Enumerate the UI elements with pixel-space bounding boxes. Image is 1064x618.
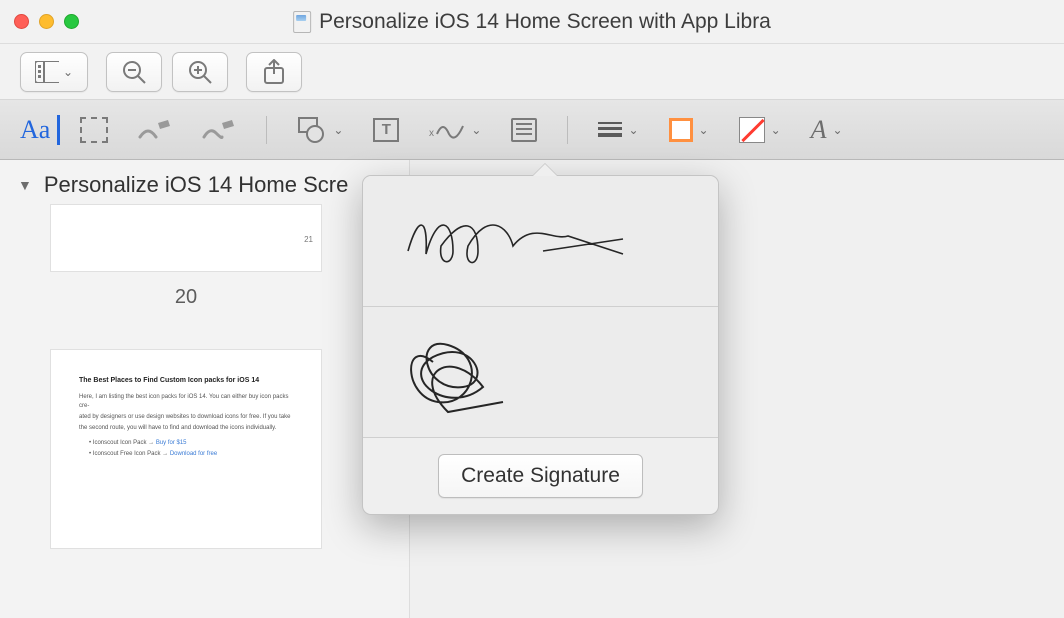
document-icon bbox=[293, 11, 311, 33]
window-titlebar: Personalize iOS 14 Home Screen with App … bbox=[0, 0, 1064, 44]
border-weight-button[interactable]: ⌄ bbox=[598, 122, 638, 137]
fill-color-button[interactable]: ⌄ bbox=[739, 117, 781, 143]
chevron-down-icon: ⌄ bbox=[628, 123, 638, 137]
zoom-out-button[interactable] bbox=[106, 52, 162, 92]
sidebar-view-icon bbox=[35, 61, 59, 83]
saved-signature-item[interactable] bbox=[363, 176, 718, 307]
text-cursor-icon bbox=[57, 115, 60, 145]
text-style-button[interactable]: Aa bbox=[20, 115, 50, 145]
minimize-window-button[interactable] bbox=[39, 14, 54, 29]
thumbnail-heading: The Best Places to Find Custom Icon pack… bbox=[79, 376, 293, 387]
note-icon bbox=[511, 118, 537, 142]
note-tool-button[interactable] bbox=[511, 118, 537, 142]
toolbar-separator bbox=[266, 116, 267, 144]
sketch-tool-button[interactable] bbox=[138, 119, 172, 141]
page-thumbnail[interactable]: 21 bbox=[50, 204, 322, 272]
chevron-down-icon: ⌄ bbox=[771, 123, 781, 137]
chevron-down-icon: ⌄ bbox=[833, 123, 843, 137]
thumbnail-text-line: Here, I am listing the best icon packs f… bbox=[79, 393, 293, 411]
create-signature-button[interactable]: Create Signature bbox=[438, 454, 643, 498]
zoom-in-icon bbox=[187, 59, 213, 85]
chevron-down-icon: ⌄ bbox=[471, 123, 481, 137]
chevron-down-icon: ⌄ bbox=[63, 65, 73, 79]
window-controls bbox=[14, 14, 79, 29]
selection-rect-icon bbox=[80, 117, 108, 143]
font-style-icon: A bbox=[811, 115, 827, 145]
chevron-down-icon: ⌄ bbox=[699, 123, 709, 137]
shapes-tool-button[interactable]: ⌄ bbox=[297, 117, 343, 143]
chevron-down-icon: ⌄ bbox=[333, 123, 343, 137]
share-button[interactable] bbox=[246, 52, 302, 92]
text-box-button[interactable]: T bbox=[373, 118, 399, 142]
thumbnail-link: Download for free bbox=[170, 451, 217, 457]
svg-text:x: x bbox=[429, 128, 434, 139]
border-color-swatch-icon bbox=[669, 118, 693, 142]
thumbnail-text-line: ated by designers or use design websites… bbox=[79, 413, 293, 422]
text-style-icon: Aa bbox=[20, 115, 50, 145]
font-style-button[interactable]: A ⌄ bbox=[811, 115, 843, 145]
thumbnail-text-line: the second route, you will have to find … bbox=[79, 424, 293, 433]
primary-toolbar: ⌄ bbox=[0, 44, 1064, 100]
sidebar-document-header[interactable]: ▼ Personalize iOS 14 Home Scre bbox=[0, 166, 409, 204]
sign-tool-button[interactable]: x ⌄ bbox=[429, 118, 481, 142]
selection-tool-button[interactable] bbox=[80, 117, 108, 143]
sidebar-document-title: Personalize iOS 14 Home Scre bbox=[44, 172, 348, 198]
thumbnail-text: Iconscout Icon Pack → bbox=[93, 440, 156, 446]
no-fill-swatch-icon bbox=[739, 117, 765, 143]
window-title: Personalize iOS 14 Home Screen with App … bbox=[319, 10, 771, 34]
saved-signature-item[interactable] bbox=[363, 307, 718, 438]
thumbnail-sidebar: ▼ Personalize iOS 14 Home Scre 21 20 The… bbox=[0, 160, 410, 618]
close-window-button[interactable] bbox=[14, 14, 29, 29]
disclosure-triangle-icon: ▼ bbox=[18, 177, 32, 193]
border-color-button[interactable]: ⌄ bbox=[669, 118, 709, 142]
zoom-out-icon bbox=[121, 59, 147, 85]
toolbar-separator bbox=[567, 116, 568, 144]
zoom-window-button[interactable] bbox=[64, 14, 79, 29]
signature-popover: Create Signature bbox=[362, 175, 719, 515]
shapes-icon bbox=[297, 117, 327, 143]
draw-tool-button[interactable] bbox=[202, 119, 236, 141]
thumbnail-page-number: 21 bbox=[304, 235, 313, 244]
share-icon bbox=[263, 59, 285, 85]
page-thumbnail[interactable]: The Best Places to Find Custom Icon pack… bbox=[50, 349, 322, 549]
signature-preview-icon bbox=[393, 196, 633, 286]
markup-toolbar: Aa ⌄ T x ⌄ ⌄ ⌄ ⌄ A ⌄ bbox=[0, 100, 1064, 160]
view-mode-button[interactable]: ⌄ bbox=[20, 52, 88, 92]
line-weight-icon bbox=[598, 122, 622, 137]
zoom-in-button[interactable] bbox=[172, 52, 228, 92]
page-label: 20 bbox=[50, 286, 322, 309]
signature-icon: x bbox=[429, 118, 465, 142]
thumbnail-text: Iconscout Free Icon Pack → bbox=[93, 451, 170, 457]
text-box-icon: T bbox=[373, 118, 399, 142]
draw-icon bbox=[202, 119, 236, 141]
thumbnail-link: Buy for $15 bbox=[156, 440, 187, 446]
sketch-icon bbox=[138, 119, 172, 141]
signature-preview-icon bbox=[393, 317, 553, 427]
